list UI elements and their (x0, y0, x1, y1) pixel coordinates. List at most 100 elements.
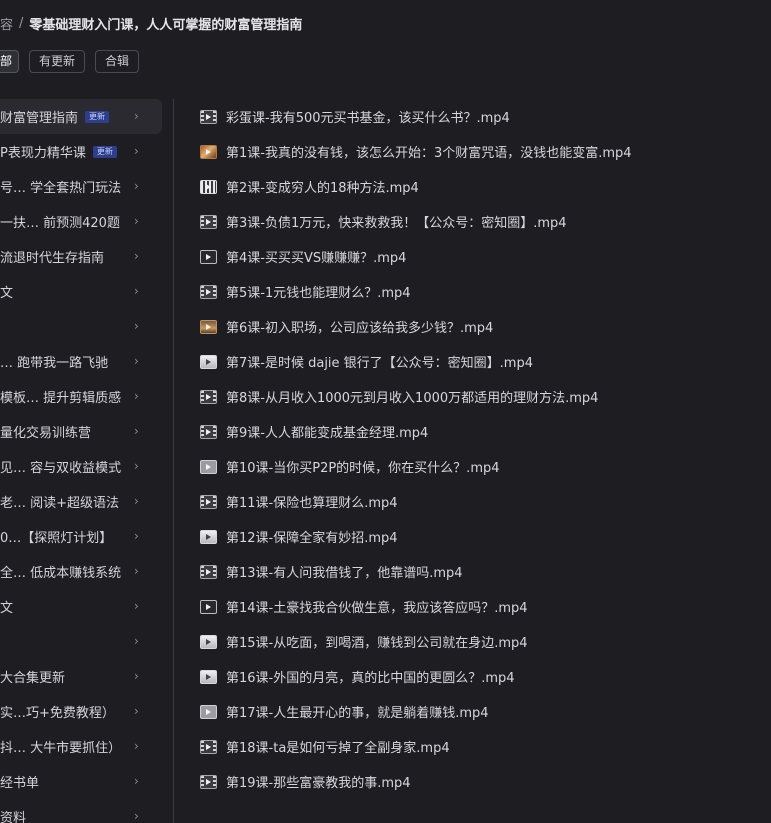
sidebar-item[interactable]: › (0, 624, 162, 659)
sidebar-item-label: 文 (0, 601, 14, 616)
video-thumbnail-icon (200, 249, 217, 264)
sidebar-item-label: 资料 (0, 811, 27, 823)
sidebar-item-label: 全… 低成本赚钱系统 (0, 566, 122, 581)
chevron-right-icon: › (134, 354, 139, 368)
video-thumbnail-icon (200, 109, 217, 124)
file-name: 第3课-负债1万元，快来救救我！【公众号：密知圈】.mp4 (226, 216, 567, 231)
file-row[interactable]: 第18课-ta是如何亏掉了全副身家.mp4 (200, 729, 771, 764)
sidebar-item[interactable]: 老… 阅读+超级语法 › (0, 484, 162, 519)
sidebar-item[interactable]: 财富管理指南 更新 › (0, 99, 162, 134)
video-thumbnail-icon (200, 319, 217, 334)
video-thumbnail-icon (200, 774, 217, 789)
sidebar-item[interactable]: 大合集更新 › (0, 659, 162, 694)
sidebar-item[interactable]: 一扶… 前预测420题 › (0, 204, 162, 239)
sidebar-item-label: 号… 学全套热门玩法 (0, 181, 122, 196)
filter-updated-button[interactable]: 有更新 (29, 50, 86, 73)
sidebar-item-label: 老… 阅读+超级语法 (0, 496, 120, 511)
file-row[interactable]: 第5课-1元钱也能理财么？.mp4 (200, 274, 771, 309)
video-thumbnail-icon (200, 179, 217, 194)
file-browser: 容 / 零基础理财入门课，人人可掌握的财富管理指南 部 有更新 合辑 财富管理指… (0, 0, 771, 823)
chevron-right-icon: › (134, 389, 139, 403)
breadcrumb-separator: / (19, 15, 24, 31)
video-thumbnail-icon (200, 144, 217, 159)
sidebar: 财富管理指南 更新 › P表现力精华课 更新 › 号… 学全套热门玩法 › 一扶… 前预测420… (0, 99, 162, 823)
file-row[interactable]: 第19课-那些富豪教我的事.mp4 (200, 764, 771, 799)
sidebar-item[interactable]: 0…【探照灯计划】 › (0, 519, 162, 554)
play-icon (206, 288, 211, 295)
file-row[interactable]: 第6课-初入职场，公司应该给我多少钱？.mp4 (200, 309, 771, 344)
chevron-right-icon: › (134, 249, 139, 263)
sidebar-item[interactable]: 资料 › (0, 799, 162, 823)
sidebar-item-label: 模板… 提升剪辑质感 (0, 391, 122, 406)
sidebar-item[interactable]: 见… 容与双收益模式 › (0, 449, 162, 484)
file-name: 第6课-初入职场，公司应该给我多少钱？.mp4 (226, 321, 494, 336)
chevron-right-icon: › (134, 774, 139, 788)
file-row[interactable]: 第15课-从吃面，到喝酒，赚钱到公司就在身边.mp4 (200, 624, 771, 659)
play-icon (206, 358, 211, 365)
file-row[interactable]: 第11课-保险也算理财么.mp4 (200, 484, 771, 519)
file-row[interactable]: 第2课-变成穷人的18种方法.mp4 (200, 169, 771, 204)
chevron-right-icon: › (134, 284, 139, 298)
chevron-right-icon: › (134, 634, 139, 648)
file-row[interactable]: 第8课-从月收入1000元到月收入1000万都适用的理财方法.mp4 (200, 379, 771, 414)
breadcrumb-parent[interactable]: 容 (0, 14, 13, 33)
file-row[interactable]: 第1课-我真的没有钱，该怎么开始：3个财富咒语，没钱也能变富.mp4 (200, 134, 771, 169)
sidebar-item-label: 财富管理指南 (0, 111, 79, 126)
sidebar-item[interactable]: 实…巧+免费教程） › (0, 694, 162, 729)
video-thumbnail-icon (200, 704, 217, 719)
chevron-right-icon: › (134, 494, 139, 508)
video-thumbnail-icon (200, 494, 217, 509)
sidebar-item-label: 流退时代生存指南 (0, 251, 105, 266)
file-row[interactable]: 第16课-外国的月亮，真的比中国的更圆么？.mp4 (200, 659, 771, 694)
file-row[interactable]: 第14课-土豪找我合伙做生意，我应该答应吗？.mp4 (200, 589, 771, 624)
filter-all-button[interactable]: 部 (0, 50, 20, 73)
file-row[interactable]: 第12课-保障全家有妙招.mp4 (200, 519, 771, 554)
file-row[interactable]: 第3课-负债1万元，快来救救我！【公众号：密知圈】.mp4 (200, 204, 771, 239)
chevron-right-icon: › (134, 809, 139, 823)
file-row[interactable]: 第9课-人人都能变成基金经理.mp4 (200, 414, 771, 449)
sidebar-item[interactable]: › (0, 309, 162, 344)
file-name: 第7课-是时候 dajie 银行了【公众号：密知圈】.mp4 (226, 356, 533, 371)
play-icon (206, 638, 211, 645)
filter-collection-button[interactable]: 合辑 (95, 50, 140, 73)
file-name: 第4课-买买买VS赚赚赚？.mp4 (226, 251, 407, 266)
play-icon (206, 673, 211, 680)
chevron-right-icon: › (134, 214, 139, 228)
file-row[interactable]: 第13课-有人问我借钱了，他靠谱吗.mp4 (200, 554, 771, 589)
file-name: 彩蛋课-我有500元买书基金，该买什么书？.mp4 (226, 111, 510, 126)
file-row[interactable]: 第17课-人生最开心的事，就是躺着赚钱.mp4 (200, 694, 771, 729)
sidebar-item-label: 见… 容与双收益模式 (0, 461, 122, 476)
page-title: 零基础理财入门课，人人可掌握的财富管理指南 (29, 17, 303, 33)
video-thumbnail-icon (200, 214, 217, 229)
sidebar-item[interactable]: 文 › (0, 274, 162, 309)
sidebar-item[interactable]: … 跑带我一路飞驰 › (0, 344, 162, 379)
sidebar-item[interactable]: 经书单 › (0, 764, 162, 799)
file-row[interactable]: 彩蛋课-我有500元买书基金，该买什么书？.mp4 (200, 99, 771, 134)
sidebar-item[interactable]: 抖… 大牛市要抓住） › (0, 729, 162, 764)
updated-badge: 更新 (85, 110, 110, 123)
file-row[interactable]: 第10课-当你买P2P的时候，你在买什么？.mp4 (200, 449, 771, 484)
file-name: 第15课-从吃面，到喝酒，赚钱到公司就在身边.mp4 (226, 636, 528, 651)
sidebar-item-label: 抖… 大牛市要抓住） (0, 741, 122, 756)
chevron-right-icon: › (134, 599, 139, 613)
video-thumbnail-icon (200, 389, 217, 404)
file-name: 第18课-ta是如何亏掉了全副身家.mp4 (226, 741, 450, 756)
sidebar-item[interactable]: P表现力精华课 更新 › (0, 134, 162, 169)
play-icon (206, 148, 211, 155)
sidebar-item[interactable]: 全… 低成本赚钱系统 › (0, 554, 162, 589)
sidebar-item[interactable]: 模板… 提升剪辑质感 › (0, 379, 162, 414)
sidebar-item[interactable]: 量化交易训练营 › (0, 414, 162, 449)
sidebar-item[interactable]: 文 › (0, 589, 162, 624)
video-thumbnail-icon (200, 459, 217, 474)
file-name: 第19课-那些富豪教我的事.mp4 (226, 776, 411, 791)
sidebar-item[interactable]: 号… 学全套热门玩法 › (0, 169, 162, 204)
chevron-right-icon: › (134, 459, 139, 473)
file-row[interactable]: 第7课-是时候 dajie 银行了【公众号：密知圈】.mp4 (200, 344, 771, 379)
filter-bar: 部 有更新 合辑 (0, 50, 149, 73)
chevron-right-icon: › (134, 319, 139, 333)
file-row[interactable]: 第4课-买买买VS赚赚赚？.mp4 (200, 239, 771, 274)
sidebar-item-label: … 跑带我一路飞驰 (0, 356, 109, 371)
chevron-right-icon: › (134, 529, 139, 543)
sidebar-item-label: 经书单 (0, 776, 40, 791)
sidebar-item[interactable]: 流退时代生存指南 › (0, 239, 162, 274)
